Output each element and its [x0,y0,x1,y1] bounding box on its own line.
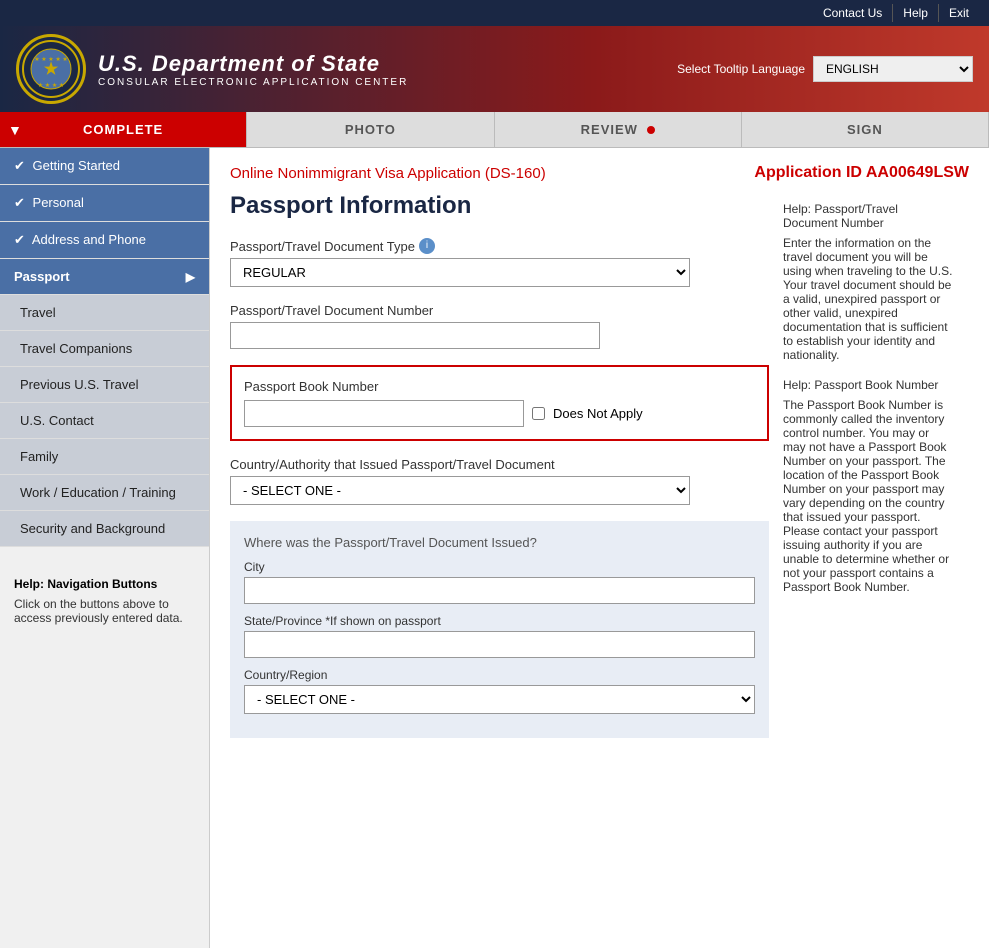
sidebar-help: Help: Navigation Buttons Click on the bu… [0,567,209,635]
state-field: State/Province *If shown on passport [244,614,755,658]
check-icon: ✔ [14,232,25,247]
sidebar-item-personal[interactable]: ✔ Personal [0,185,209,222]
sidebar-item-previous-travel[interactable]: Previous U.S. Travel [0,367,209,403]
doc-type-info-icon[interactable]: i [419,238,435,254]
country-issued-label: Country/Authority that Issued Passport/T… [230,457,769,472]
sidebar-item-travel[interactable]: Travel [0,295,209,331]
help-section-2: Help: Passport Book Number The Passport … [783,378,955,594]
state-label: State/Province *If shown on passport [244,614,755,628]
tab-arrow-complete: ▼ [8,122,23,138]
doc-type-select[interactable]: REGULAR OFFICIAL DIPLOMATIC LAISSEZ-PASS… [230,258,690,287]
sidebar-help-text: Click on the buttons above to access pre… [14,597,195,625]
city-field: City [244,560,755,604]
sidebar-item-us-contact[interactable]: U.S. Contact [0,403,209,439]
doc-number-label: Passport/Travel Document Number [230,303,769,318]
book-number-row: Does Not Apply [244,400,755,427]
app-id: Application ID AA00649LSW [754,164,969,182]
sidebar: ✔ Getting Started ✔ Personal ✔ Address a… [0,148,210,948]
passport-book-section: Passport Book Number Does Not Apply [230,365,769,441]
tab-complete[interactable]: ▼ COMPLETE [0,112,247,147]
does-not-apply-checkbox[interactable] [532,407,545,420]
dos-logo: ★ ★ ★ ★ ★ ★ ★ ★ ★ ★ [16,34,86,104]
country-issued-section: Country/Authority that Issued Passport/T… [230,457,769,505]
tab-review[interactable]: REVIEW [495,112,742,147]
form-area: Passport Information Passport/Travel Doc… [230,192,769,754]
country-region-select[interactable]: - SELECT ONE - [244,685,755,714]
doc-type-section: Passport/Travel Document Type i REGULAR … [230,238,769,287]
doc-type-label: Passport/Travel Document Type i [230,238,769,254]
content-area: Online Nonimmigrant Visa Application (DS… [210,148,989,948]
city-input[interactable] [244,577,755,604]
help-panel: Help: Passport/Travel Document Number En… [769,192,969,754]
country-issued-select[interactable]: - SELECT ONE - [230,476,690,505]
sidebar-help-title: Help: Navigation Buttons [14,577,195,591]
app-id-value: AA00649LSW [866,164,969,181]
sidebar-item-work-education[interactable]: Work / Education / Training [0,475,209,511]
tab-sign[interactable]: SIGN [742,112,989,147]
sidebar-item-address-phone[interactable]: ✔ Address and Phone [0,222,209,259]
check-icon: ✔ [14,158,25,173]
help-link[interactable]: Help [893,4,939,22]
language-label: Select Tooltip Language [677,62,805,76]
help-text-2: The Passport Book Number is commonly cal… [783,398,955,594]
sidebar-item-getting-started[interactable]: ✔ Getting Started [0,148,209,185]
issued-where-section: Where was the Passport/Travel Document I… [230,521,769,738]
main-layout: ✔ Getting Started ✔ Personal ✔ Address a… [0,148,989,948]
sidebar-item-security-background[interactable]: Security and Background [0,511,209,547]
country-region-label: Country/Region [244,668,755,682]
header-left: ★ ★ ★ ★ ★ ★ ★ ★ ★ ★ U.S. Department of S… [16,34,408,104]
help-heading-2: Help: Passport Book Number [783,378,955,392]
app-title: Online Nonimmigrant Visa Application (DS… [230,165,546,182]
arrow-icon: ▶ [186,270,195,284]
book-number-label: Passport Book Number [244,379,755,394]
sidebar-item-passport[interactable]: Passport ▶ [0,259,209,295]
top-bar: Contact Us Help Exit [0,0,989,26]
tab-photo[interactable]: PHOTO [247,112,494,147]
help-section-1: Help: Passport/Travel Document Number En… [783,202,955,362]
dept-subtitle: CONSULAR ELECTRONIC APPLICATION CENTER [98,77,408,88]
help-heading-1: Help: Passport/Travel Document Number [783,202,955,230]
state-input[interactable] [244,631,755,658]
nav-tabs: ▼ COMPLETE PHOTO REVIEW SIGN [0,112,989,148]
language-select[interactable]: ENGLISH SPANISH FRENCH CHINESE ARABIC [813,56,973,82]
sidebar-item-family[interactable]: Family [0,439,209,475]
header: ★ ★ ★ ★ ★ ★ ★ ★ ★ ★ U.S. Department of S… [0,26,989,112]
dept-name: U.S. Department of State [98,51,408,77]
svg-text:★: ★ [44,61,59,78]
country-region-field: Country/Region - SELECT ONE - [244,668,755,714]
svg-text:★ ★ ★ ★ ★: ★ ★ ★ ★ ★ [34,56,68,63]
header-right: Select Tooltip Language ENGLISH SPANISH … [677,56,973,82]
contact-us-link[interactable]: Contact Us [813,4,893,22]
review-dot [647,126,655,134]
content-with-help: Passport Information Passport/Travel Doc… [230,192,969,754]
sidebar-item-travel-companions[interactable]: Travel Companions [0,331,209,367]
book-number-input[interactable] [244,400,524,427]
check-icon: ✔ [14,195,25,210]
app-header: Online Nonimmigrant Visa Application (DS… [230,164,969,182]
issued-where-label: Where was the Passport/Travel Document I… [244,535,755,550]
exit-link[interactable]: Exit [939,4,979,22]
does-not-apply-label: Does Not Apply [553,406,643,421]
city-label: City [244,560,755,574]
svg-text:★ ★ ★ ★: ★ ★ ★ ★ [38,82,65,89]
doc-number-section: Passport/Travel Document Number [230,303,769,349]
doc-number-input[interactable] [230,322,600,349]
header-title: U.S. Department of State CONSULAR ELECTR… [98,51,408,88]
page-title: Passport Information [230,192,769,220]
help-text-1: Enter the information on the travel docu… [783,236,955,362]
